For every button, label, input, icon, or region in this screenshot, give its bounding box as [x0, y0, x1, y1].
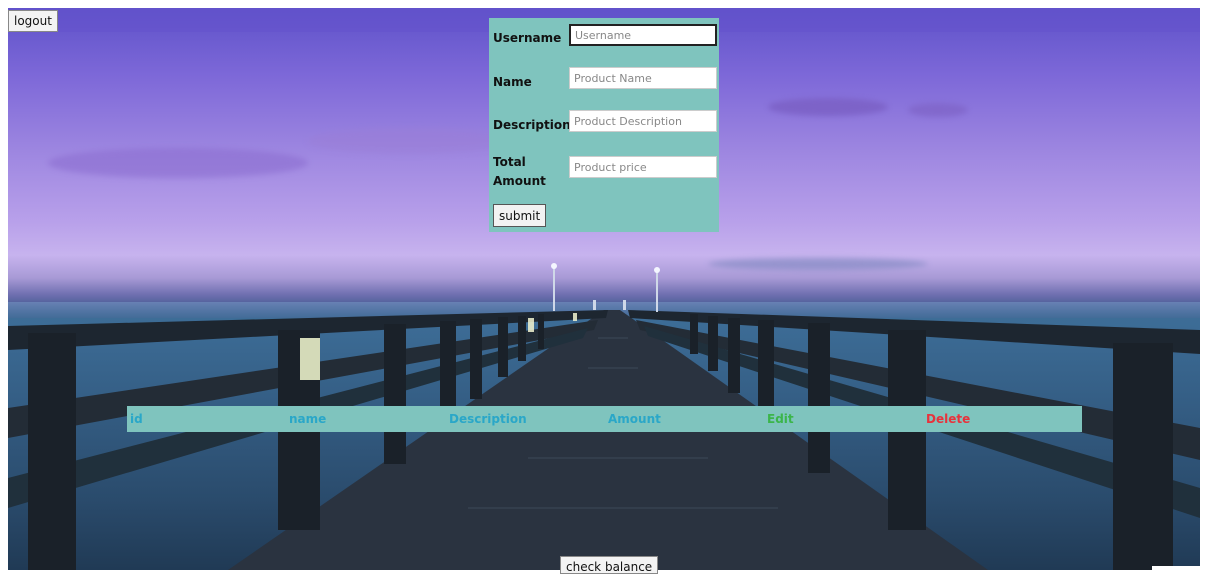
username-input[interactable] [569, 24, 717, 46]
description-label: Description [493, 118, 571, 132]
logout-button[interactable]: logout [8, 10, 58, 32]
username-label: Username [493, 31, 562, 45]
column-name: name [289, 412, 327, 426]
product-name-input[interactable] [569, 67, 717, 89]
column-delete: Delete [926, 412, 971, 426]
name-label: Name [493, 75, 532, 89]
column-id: id [130, 412, 143, 426]
check-balance-button[interactable]: check balance [560, 556, 659, 574]
column-amount: Amount [608, 412, 661, 426]
product-price-input[interactable] [569, 156, 717, 178]
products-table-header: id name Description Amount Edit Delete [127, 406, 1082, 432]
submit-button[interactable]: submit [493, 204, 547, 227]
column-edit: Edit [767, 412, 794, 426]
column-description: Description [449, 412, 527, 426]
page-corner [1152, 566, 1205, 570]
product-form: Username Name Description Total Amount s… [489, 18, 719, 232]
product-description-input[interactable] [569, 110, 717, 132]
amount-label: Total Amount [493, 155, 546, 188]
